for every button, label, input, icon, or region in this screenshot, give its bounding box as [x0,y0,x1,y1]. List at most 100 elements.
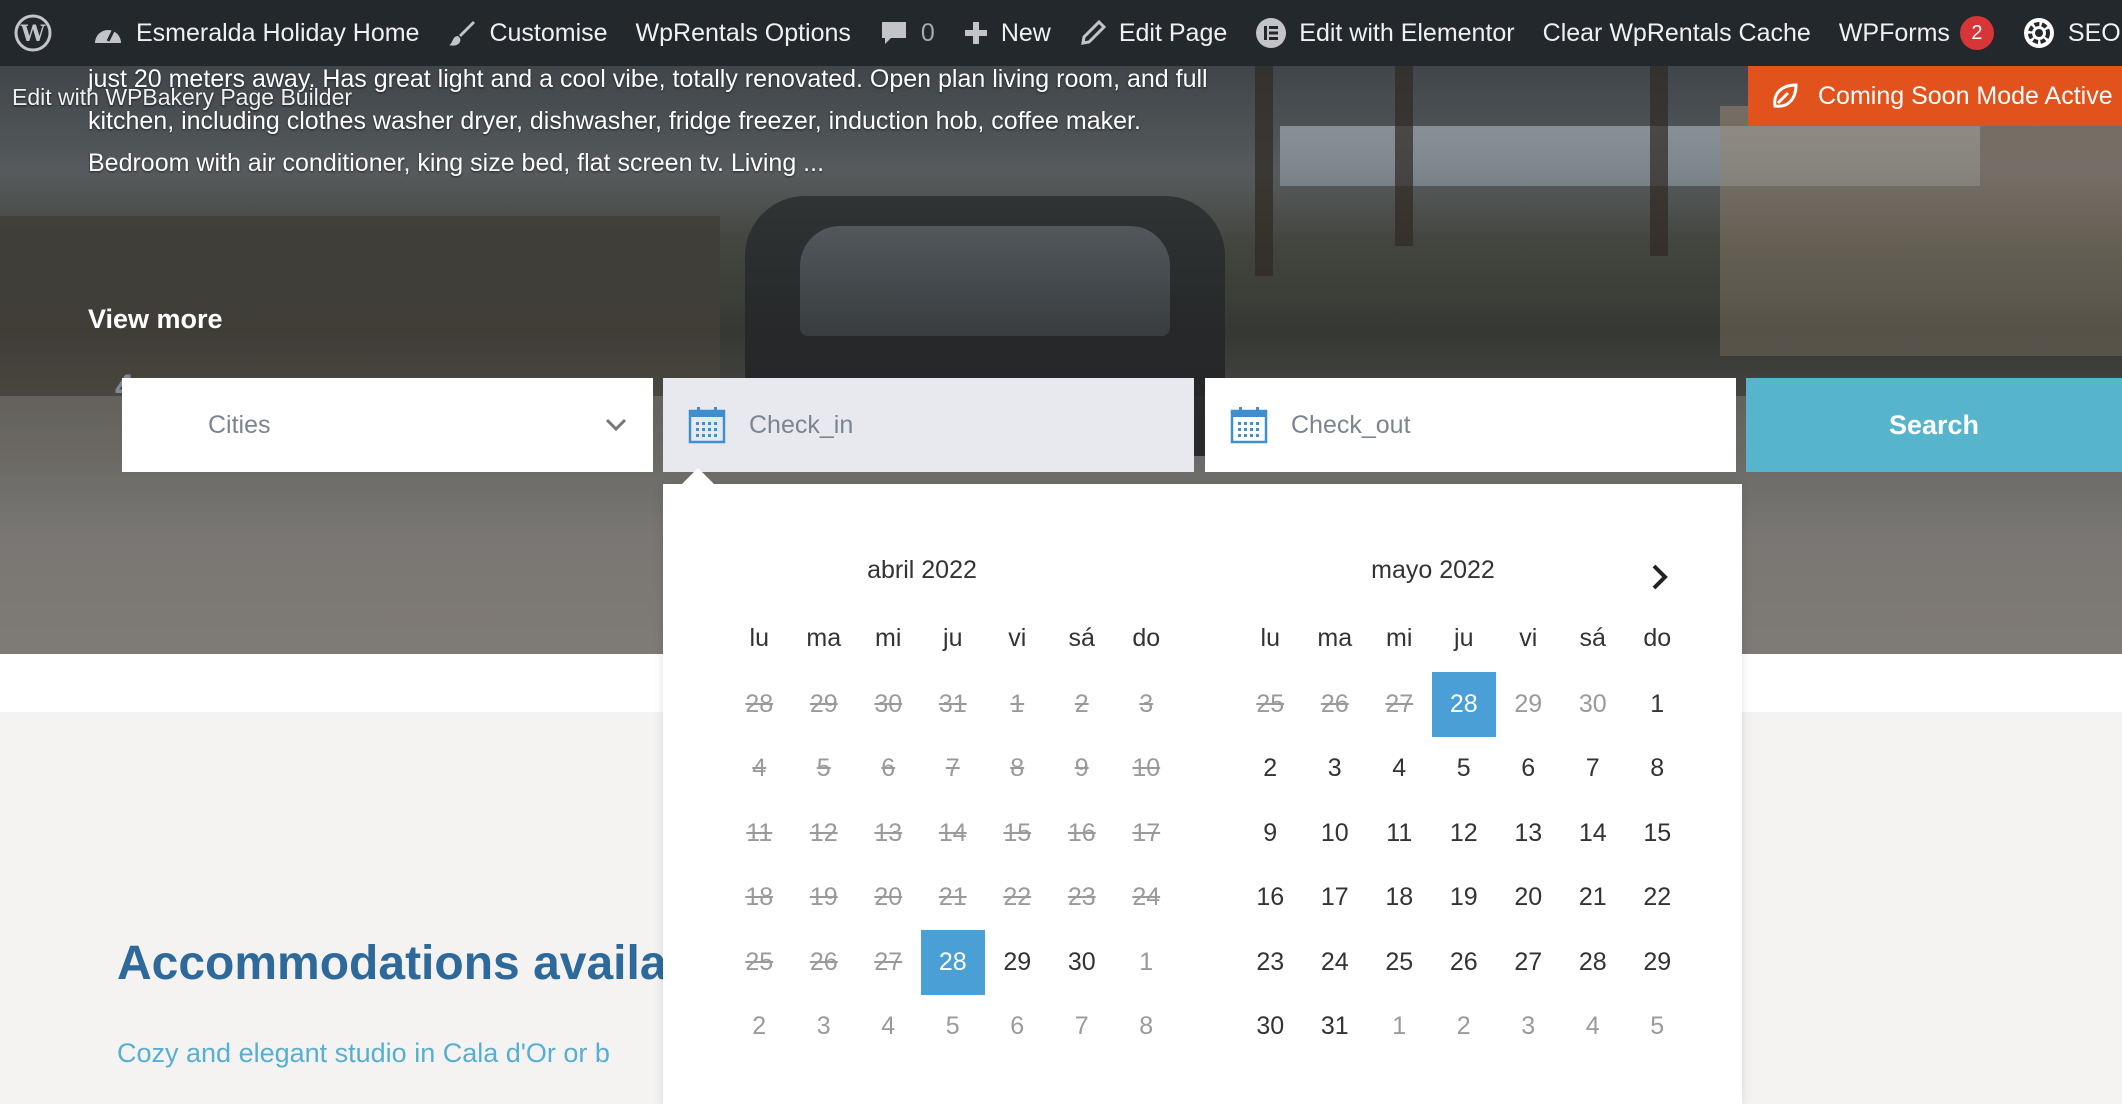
comment-icon [881,22,906,44]
calendar-day[interactable]: 29 [1625,930,1690,995]
customise-label: Customise [489,18,608,47]
search-button[interactable]: Search [1746,378,2122,472]
dashboard-icon [95,28,121,43]
calendar-day: 28 [745,689,774,718]
calendar-day: 23 [1067,883,1096,912]
clear-cache-link[interactable]: Clear WpRentals Cache [1529,0,1825,66]
calendar-day[interactable]: 5 [1432,737,1497,802]
calendar-day: 26 [809,947,838,976]
comments-count: 0 [920,18,935,47]
calendar-day[interactable]: 18 [1367,866,1432,931]
calendar-day: 21 [938,883,967,912]
calendar-day: 25 [1256,689,1285,718]
brush-icon [449,21,476,46]
calendar-day[interactable]: 14 [1561,801,1626,866]
calendar-day[interactable]: 28 [1561,930,1626,995]
edit-page-link[interactable]: Edit Page [1065,0,1241,66]
wordpress-logo-button[interactable]: W [0,0,78,66]
calendar-day: 7 [945,754,960,783]
hero-description-line: Bedroom with air conditioner, king size … [88,149,825,177]
calendar-day[interactable]: 3 [1303,737,1368,802]
calendar-day[interactable]: 4 [856,995,921,1060]
calendar-day[interactable]: 8 [1625,737,1690,802]
calendar-day[interactable]: 22 [1625,866,1690,931]
checkin-field[interactable]: Check_in [663,378,1194,472]
site-name-menu[interactable]: Esmeralda Holiday Home [78,0,433,66]
calendar-day[interactable]: 2 [727,995,792,1060]
calendar-day[interactable]: 30 [1561,672,1626,737]
calendar-day[interactable]: 29 [1496,672,1561,737]
calendar-day[interactable]: 12 [1432,801,1497,866]
calendar-day[interactable]: 20 [1496,866,1561,931]
new-content-menu[interactable]: New [949,0,1065,66]
wprentals-options-link[interactable]: WpRentals Options [622,0,865,66]
wpforms-label: WPForms [1838,18,1950,47]
weekday-label: lu [749,624,769,652]
calendar-day[interactable]: 25 [1367,930,1432,995]
seo-label: SEO [2067,18,2121,47]
calendar-day[interactable]: 5 [1625,995,1690,1060]
customise-link[interactable]: Customise [433,0,621,66]
next-month-arrow-icon[interactable] [1648,562,1672,592]
weekday-label: lu [1260,624,1280,652]
calendar-day[interactable]: 9 [1238,801,1303,866]
calendar-day[interactable]: 17 [1303,866,1368,931]
pencil-icon [1081,19,1106,45]
calendar-day: 12 [809,818,838,847]
calendar-day[interactable]: 2 [1432,995,1497,1060]
calendar-day: 31 [938,689,967,718]
wpbakery-edit-link[interactable]: Edit with WPBakery Page Builder [12,84,352,111]
calendar-day[interactable]: 24 [1303,930,1368,995]
coming-soon-badge[interactable]: Coming Soon Mode Active [1748,66,2122,126]
checkout-field[interactable]: Check_out [1205,378,1736,472]
calendar-day[interactable]: 10 [1303,801,1368,866]
calendar-day[interactable]: 15 [1625,801,1690,866]
calendar-day[interactable]: 1 [1625,672,1690,737]
calendar-day[interactable]: 31 [1303,995,1368,1060]
month-title: abril 2022 [867,556,977,584]
calendar-day: 4 [752,754,767,783]
cities-select[interactable]: Cities [122,378,653,472]
calendar-day[interactable]: 30 [1238,995,1303,1060]
view-more-link[interactable]: View more [88,304,223,335]
calendar-day[interactable]: 4 [1367,737,1432,802]
calendar-day[interactable]: 5 [921,995,986,1060]
edit-elementor-link[interactable]: Edit with Elementor [1241,0,1528,66]
calendar-day-selected[interactable]: 28 [920,930,985,995]
cities-label: Cities [208,410,271,439]
comments-link[interactable]: 0 [865,0,949,66]
seo-menu[interactable]: SEO 3 [2008,0,2122,66]
calendar-day: 22 [1003,883,1032,912]
calendar-day[interactable]: 3 [792,995,857,1060]
calendar-day[interactable]: 29 [985,930,1050,995]
calendar-day[interactable]: 27 [1496,930,1561,995]
wpforms-menu[interactable]: WPForms 2 [1825,0,2008,66]
hero-tree [1395,66,1413,246]
calendar-day[interactable]: 6 [1496,737,1561,802]
calendar-day[interactable]: 19 [1432,866,1497,931]
weekday-label: ju [1454,624,1474,652]
section-subtitle[interactable]: Cozy and elegant studio in Cala d'Or or … [117,1038,610,1069]
calendar-day: 1 [1010,689,1025,718]
calendar-day-selected[interactable]: 28 [1431,672,1496,737]
calendar-day[interactable]: 23 [1238,930,1303,995]
calendar-day[interactable]: 11 [1367,801,1432,866]
checkout-placeholder: Check_out [1291,410,1411,439]
calendar-icon [1230,407,1268,444]
calendar-day[interactable]: 3 [1496,995,1561,1060]
calendar-day[interactable]: 2 [1238,737,1303,802]
calendar-day[interactable]: 7 [1050,995,1115,1060]
checkin-placeholder: Check_in [749,410,854,439]
calendar-day[interactable]: 4 [1561,995,1626,1060]
calendar-day[interactable]: 16 [1238,866,1303,931]
calendar-day[interactable]: 6 [985,995,1050,1060]
calendar-day[interactable]: 26 [1432,930,1497,995]
calendar-day[interactable]: 13 [1496,801,1561,866]
calendar-day[interactable]: 30 [1050,930,1115,995]
calendar-day[interactable]: 1 [1114,930,1179,995]
calendar-day[interactable]: 7 [1561,737,1626,802]
calendar-day[interactable]: 21 [1561,866,1626,931]
calendar-day[interactable]: 1 [1367,995,1432,1060]
calendar-day[interactable]: 8 [1114,995,1179,1060]
edit-elementor-label: Edit with Elementor [1299,18,1515,47]
